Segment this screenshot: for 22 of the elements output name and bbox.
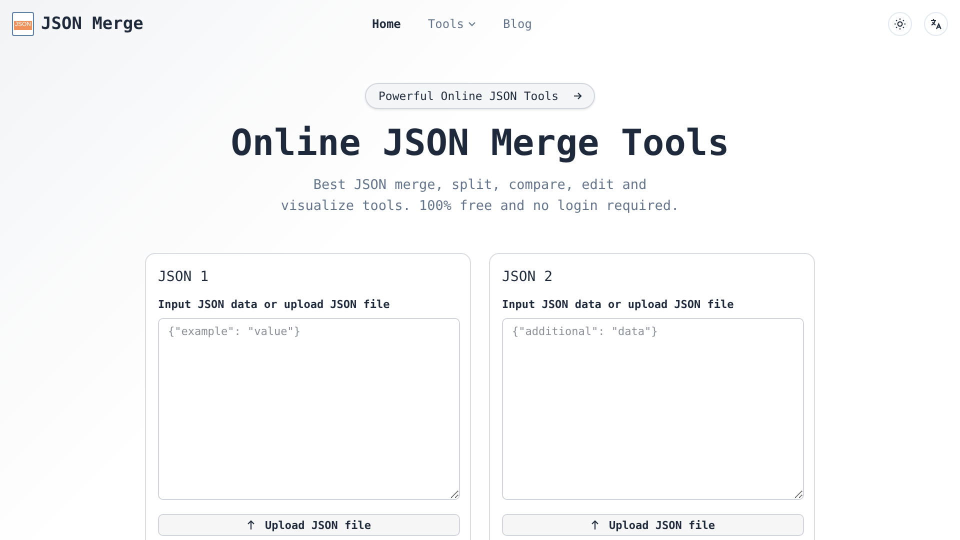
json-input-field[interactable]: {"example": "value"} <box>158 318 460 500</box>
upload-arrow-icon <box>247 520 256 530</box>
nav-link[interactable]: Home <box>372 16 401 30</box>
json-input-field[interactable]: {"additional": "data"} <box>502 318 804 500</box>
translate-icon <box>930 18 942 30</box>
site-title[interactable]: JSON Merge <box>41 14 144 34</box>
field-label: Input JSON data or upload JSON file <box>502 298 735 311</box>
sun-icon <box>894 18 906 30</box>
language-button[interactable] <box>924 12 948 36</box>
tools-badge-button[interactable]: Powerful Online JSON Tools <box>365 83 594 109</box>
hero-title: Online JSON Merge Tools <box>230 123 730 164</box>
upload-button[interactable]: Upload JSON file <box>158 514 460 536</box>
field-label: Input JSON data or upload JSON file <box>158 298 391 311</box>
nav-link[interactable]: Blog <box>503 16 532 30</box>
upload-button[interactable]: Upload JSON file <box>502 514 804 536</box>
nav-link[interactable]: Tools <box>428 16 476 30</box>
theme-toggle-button[interactable] <box>888 12 912 36</box>
hero-subtitle: Best JSON merge, split, compare, edit and visualize tools. 100% free and no login required. <box>280 176 680 216</box>
upload-arrow-icon <box>591 520 600 530</box>
arrow-right-icon <box>572 92 582 100</box>
card-title: JSON 2 <box>502 269 554 285</box>
card-title: JSON 1 <box>158 269 210 285</box>
